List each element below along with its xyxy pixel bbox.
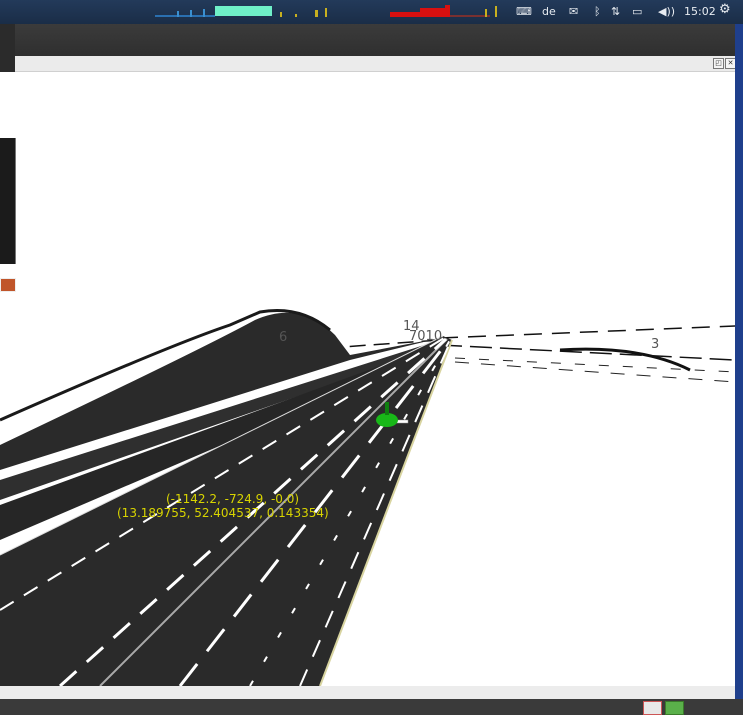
network-monitor-graph — [390, 5, 497, 17]
road-label: 6 — [279, 330, 287, 345]
desktop-strip — [0, 24, 15, 72]
bluetooth-icon[interactable]: ᛒ — [594, 5, 601, 19]
desktop-edge — [735, 24, 743, 699]
panel-title-strip: ◰ ✕ — [15, 56, 736, 72]
map-coordinates: (-1142.2, -724.9, -0.0) — [166, 492, 300, 506]
keyboard-icon[interactable]: ⌨ — [516, 5, 532, 19]
show-desktop-button[interactable] — [643, 701, 662, 715]
settings-gear-icon[interactable]: ⚙ — [719, 3, 731, 17]
network-icon[interactable]: ⇅ — [611, 5, 620, 19]
status-strip — [0, 686, 735, 699]
mail-icon[interactable]: ✉ — [569, 5, 578, 19]
battery-icon[interactable]: ▭ — [632, 5, 642, 19]
3d-viewport[interactable]: 6 14 7010 3 (-1142.2, -724.9, -0.0) (13.… — [0, 72, 735, 686]
keyboard-layout-label[interactable]: de — [542, 5, 556, 19]
workspace-switcher-button[interactable] — [665, 701, 684, 715]
road-scene: 6 14 7010 3 — [0, 308, 735, 686]
background-window[interactable] — [0, 138, 16, 264]
cpu-monitor-graph — [155, 6, 327, 17]
background-window-button[interactable] — [0, 278, 16, 292]
taskbar — [0, 699, 743, 715]
clock[interactable]: 15:02 — [684, 5, 716, 19]
system-top-bar: ⌨ de ✉ ᛒ ⇅ ▭ ◀)) 15:02 ⚙ — [0, 0, 743, 24]
volume-icon[interactable]: ◀)) — [658, 5, 675, 19]
road-label: 3 — [651, 337, 659, 352]
panel-float-button[interactable]: ◰ — [713, 58, 724, 69]
road-label: 7010 — [409, 329, 442, 344]
geo-coordinates: (13.189755, 52.404537, 0.143354) — [117, 506, 329, 520]
window-header — [15, 24, 735, 56]
